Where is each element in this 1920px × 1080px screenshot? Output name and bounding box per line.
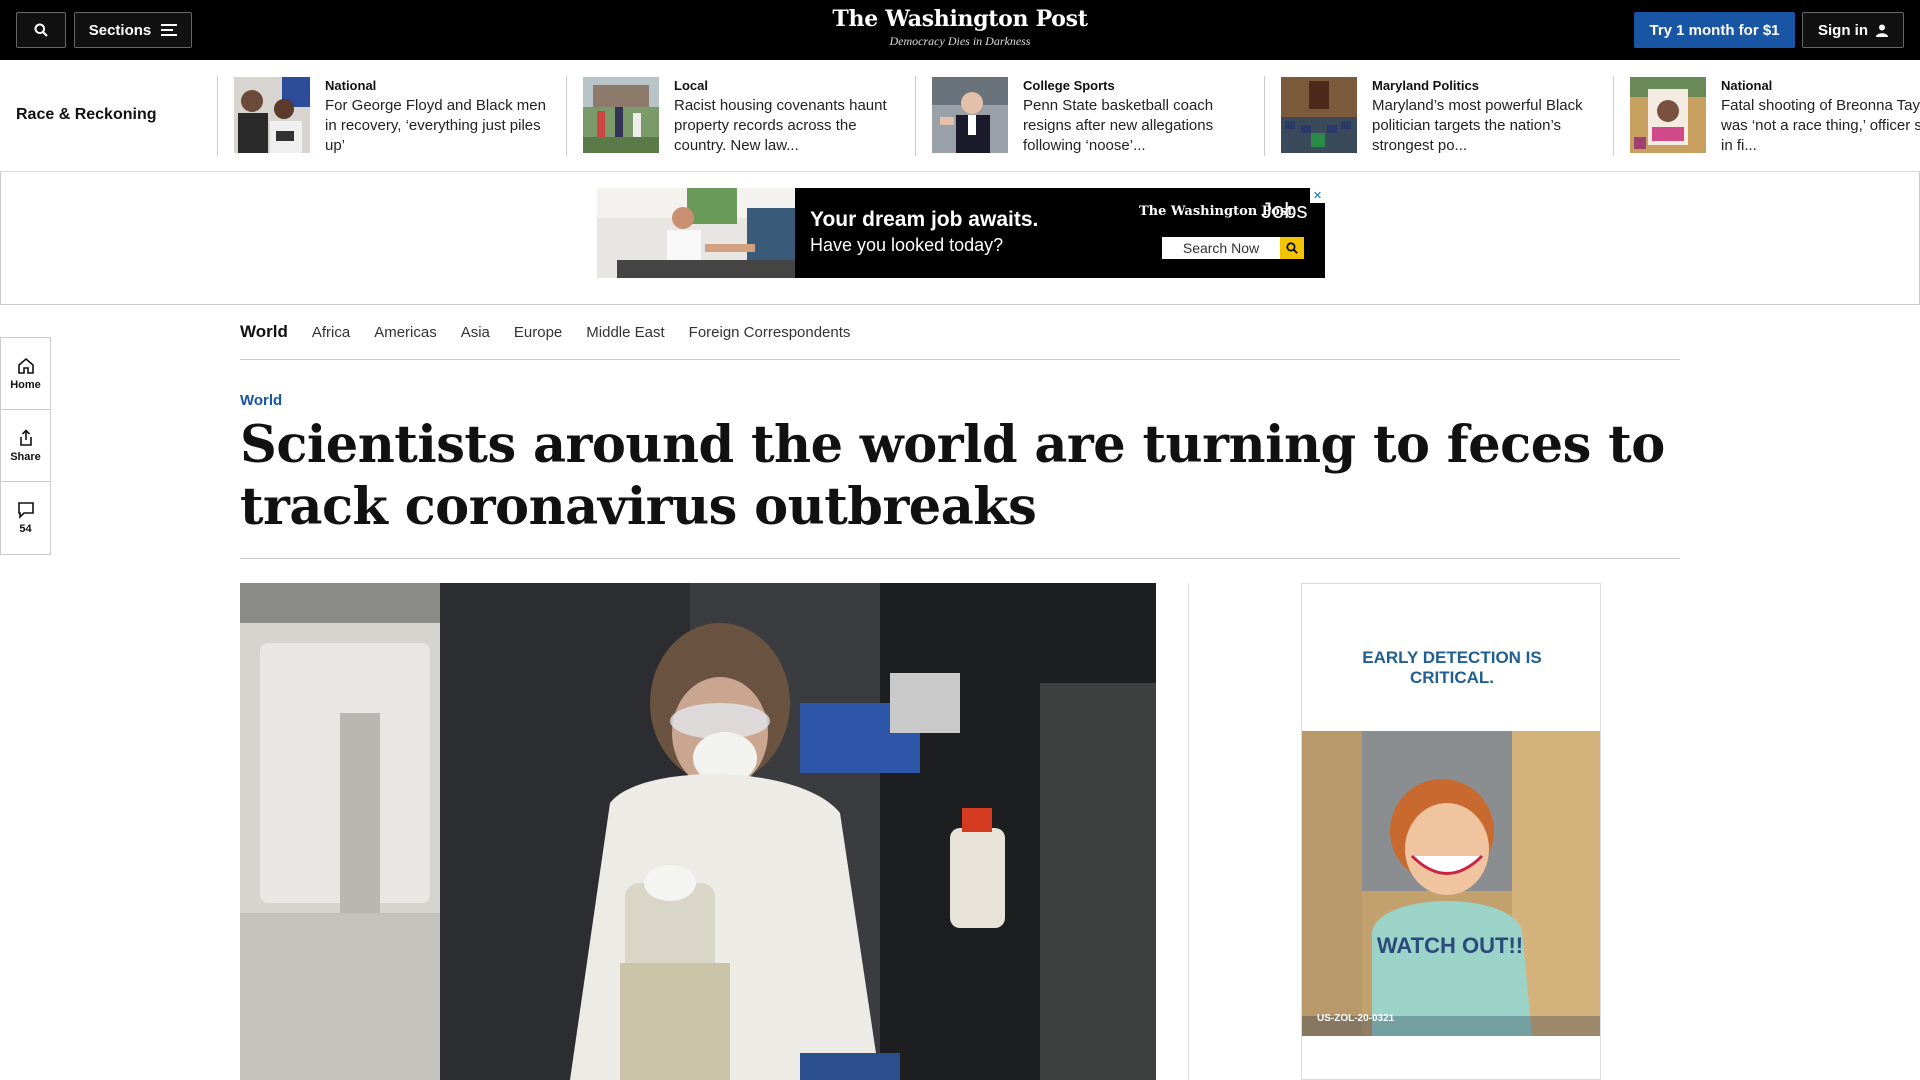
ad-subline: Have you looked today? xyxy=(810,235,1004,255)
strip-story[interactable]: Local Racist housing covenants haunt pro… xyxy=(566,76,915,156)
share-label: Share xyxy=(10,450,41,463)
story-headline: Racist housing covenants haunt property … xyxy=(674,97,887,154)
side-ad-title: EARLY DETECTION IS CRITICAL. xyxy=(1302,648,1600,688)
headline-divider xyxy=(240,558,1680,559)
story-kicker: Local xyxy=(674,78,708,93)
ad-search-button[interactable]: Search Now xyxy=(1162,237,1280,259)
race-reckoning-strip: Race & Reckoning National For George Flo… xyxy=(0,60,1920,172)
search-icon xyxy=(1286,242,1298,254)
ad-search-icon-button[interactable] xyxy=(1280,237,1304,259)
section-nav-world[interactable]: World xyxy=(240,322,288,342)
strip-story[interactable]: Maryland Politics Maryland’s most powerf… xyxy=(1264,76,1613,156)
jobs-ad-banner[interactable]: Your dream job awaits. Have you looked t… xyxy=(597,188,1325,278)
story-headline: Maryland’s most powerful Black politicia… xyxy=(1372,97,1583,154)
comment-icon xyxy=(17,502,34,519)
home-icon xyxy=(17,357,34,374)
strip-story[interactable]: National For George Floyd and Black men … xyxy=(217,76,566,156)
story-kicker: National xyxy=(325,78,377,93)
section-nav-asia[interactable]: Asia xyxy=(461,324,490,341)
story-kicker: Maryland Politics xyxy=(1372,78,1479,93)
logo-name: The Washington Post xyxy=(832,6,1088,32)
section-nav-middle-east[interactable]: Middle East xyxy=(586,324,664,341)
section-nav-americas[interactable]: Americas xyxy=(374,324,437,341)
top-bar: Sections The Washington Post Democracy D… xyxy=(0,0,1920,60)
ad-container: Your dream job awaits. Have you looked t… xyxy=(0,172,1920,305)
section-nav-africa[interactable]: Africa xyxy=(312,324,350,341)
story-thumbnail xyxy=(1630,77,1706,153)
lab-photo xyxy=(240,583,1156,1080)
sign-in-label: Sign in xyxy=(1818,21,1868,39)
side-ad-title-line1: EARLY DETECTION IS xyxy=(1362,648,1542,667)
article-kicker[interactable]: World xyxy=(240,392,282,409)
side-ad[interactable]: EARLY DETECTION IS CRITICAL. WATCH OUT!!… xyxy=(1301,583,1601,1080)
story-headline: Fatal shooting of Breonna Taylor was ‘no… xyxy=(1721,97,1920,154)
story-kicker: National xyxy=(1721,78,1773,93)
ad-photo xyxy=(597,188,795,278)
column-divider xyxy=(1188,583,1189,1080)
site-logo[interactable]: The Washington Post Democracy Dies in Da… xyxy=(0,6,1920,49)
side-ad-code: US-ZOL-20-0321 xyxy=(1317,1013,1395,1024)
share-rail: Home Share 54 xyxy=(0,337,51,555)
ad-choices-icon[interactable]: ✕ xyxy=(1310,188,1325,203)
share-button[interactable]: Share xyxy=(1,410,50,482)
story-thumbnail xyxy=(932,77,1008,153)
side-ad-photo: WATCH OUT!! xyxy=(1302,731,1600,1036)
logo-tagline: Democracy Dies in Darkness xyxy=(889,34,1031,48)
subscribe-button[interactable]: Try 1 month for $1 xyxy=(1634,12,1795,48)
strip-story[interactable]: National Fatal shooting of Breonna Taylo… xyxy=(1613,76,1920,156)
comments-button[interactable]: 54 xyxy=(1,482,50,554)
story-kicker: College Sports xyxy=(1023,78,1115,93)
section-nav: World Africa Americas Asia Europe Middle… xyxy=(240,305,1680,360)
ad-jobs-label: Jobs xyxy=(1261,198,1308,223)
story-headline: Penn State basketball coach resigns afte… xyxy=(1023,97,1214,154)
strip-title[interactable]: Race & Reckoning xyxy=(16,106,156,124)
section-nav-foreign-correspondents[interactable]: Foreign Correspondents xyxy=(689,324,851,341)
article-headline: Scientists around the world are turning … xyxy=(240,415,1665,537)
user-icon xyxy=(1876,24,1888,37)
story-thumbnail xyxy=(1281,77,1357,153)
comments-count: 54 xyxy=(19,523,32,535)
lead-image[interactable] xyxy=(240,583,1156,1080)
story-headline: For George Floyd and Black men in recove… xyxy=(325,97,546,154)
section-nav-europe[interactable]: Europe xyxy=(514,324,562,341)
story-thumbnail xyxy=(583,77,659,153)
share-icon xyxy=(19,428,32,446)
sign-in-button[interactable]: Sign in xyxy=(1802,12,1904,48)
shirt-text: WATCH OUT!! xyxy=(1377,933,1523,958)
side-ad-title-line2: CRITICAL. xyxy=(1409,668,1495,687)
home-button[interactable]: Home xyxy=(1,338,50,410)
story-thumbnail xyxy=(234,77,310,153)
strip-story[interactable]: College Sports Penn State basketball coa… xyxy=(915,76,1264,156)
home-label: Home xyxy=(10,378,41,391)
ad-headline: Your dream job awaits. xyxy=(810,208,1039,231)
